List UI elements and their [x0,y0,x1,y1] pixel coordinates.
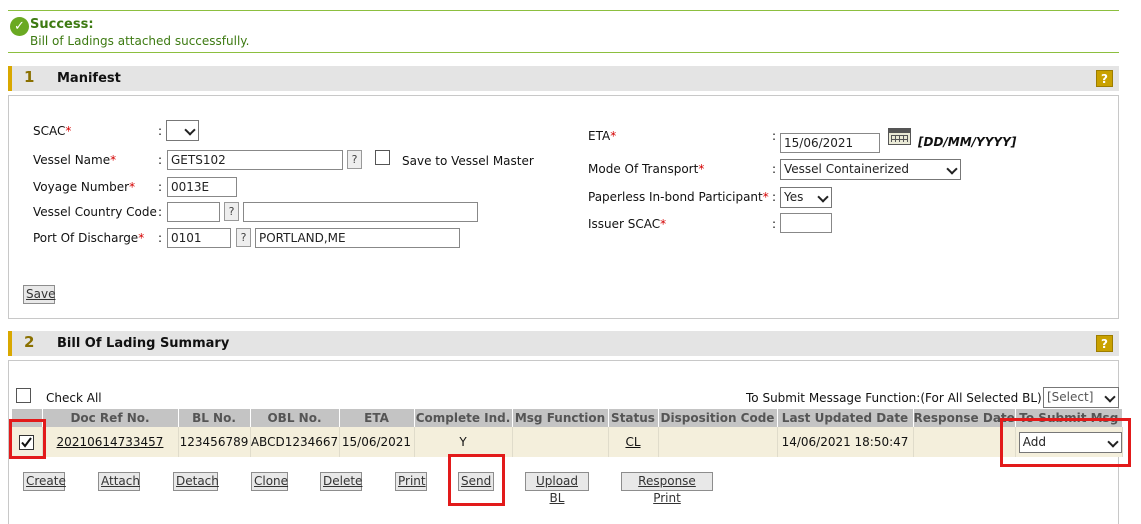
colon: : [158,231,163,245]
chevron-down-icon [184,124,196,136]
port-lookup-button[interactable]: ? [236,228,251,247]
delete-button[interactable]: Delete [320,472,362,491]
eta-cell: 15/06/2021 [339,427,415,457]
obl-no-cell: ABCD1234667 [250,427,340,457]
issuer-scac-input[interactable] [780,213,832,233]
scac-select[interactable] [166,120,199,141]
vessel-name-label: Vessel Name* [33,153,117,167]
highlight-box-send [448,454,505,506]
detach-button[interactable]: Detach [173,472,219,491]
clone-button[interactable]: Clone [251,472,288,491]
help-icon[interactable]: ? [1096,70,1113,87]
checkmark-icon: ✓ [10,17,29,36]
table-header-row: Doc Ref No. BL No. OBL No. ETA Complete … [12,409,1123,427]
manifest-section-header: 1 Manifest ? [8,66,1119,91]
country-lookup-button[interactable]: ? [224,202,239,221]
port-code-input[interactable]: 0101 [167,228,231,248]
section-title: Bill Of Lading Summary [57,336,230,351]
success-title: Success: [30,17,94,32]
response-print-button[interactable]: Response Print [621,472,713,505]
attach-button[interactable]: Attach [98,472,140,491]
bl-no-cell: 123456789 [178,427,251,457]
country-name-input[interactable] [243,202,478,222]
colon: : [772,190,777,204]
create-button[interactable]: Create [23,472,66,491]
port-of-discharge-label: Port Of Discharge* [33,231,145,245]
vessel-country-code-label: Vessel Country Code [33,205,157,219]
submit-function-select[interactable]: [Select] [1043,387,1119,408]
highlight-box-checkbox [9,419,46,459]
check-all-checkbox[interactable] [16,388,31,403]
col-msg-function: Msg Function [512,409,609,427]
colon: : [158,153,163,167]
save-to-vessel-master-checkbox[interactable] [375,150,390,165]
help-icon[interactable]: ? [1096,335,1113,352]
country-code-input[interactable] [167,202,220,222]
colon: : [158,124,163,138]
eta-format-hint: [DD/MM/YYYY] [918,135,1017,149]
save-to-vessel-master-label: Save to Vessel Master [402,154,534,168]
port-name-input[interactable]: PORTLAND,ME [255,228,460,248]
col-doc-ref: Doc Ref No. [42,409,179,427]
voyage-number-label: Voyage Number* [33,180,136,194]
chevron-down-icon [946,163,958,175]
colon: : [158,205,163,219]
success-banner: ✓ Success: Bill of Ladings attached succ… [8,10,1119,53]
table-row: 20210614733457 123456789 ABCD1234667 15/… [12,427,1123,457]
section-number: 1 [24,68,35,86]
chevron-down-icon [1104,391,1116,403]
save-button[interactable]: Save [23,285,55,304]
doc-ref-link[interactable]: 20210614733457 [42,427,179,457]
paperless-participant-label: Paperless In-bond Participant* [588,190,769,204]
print-button[interactable]: Print [395,472,427,491]
chevron-down-icon [817,191,829,203]
success-message: Bill of Ladings attached successfully. [30,34,250,48]
paperless-select[interactable]: Yes [780,187,832,208]
submit-function-label: To Submit Message Function:(For All Sele… [746,391,1042,405]
last-updated-cell: 14/06/2021 18:50:47 [777,427,914,457]
voyage-number-input[interactable]: 0013E [167,177,237,197]
colon: : [772,162,777,176]
col-last-updated: Last Updated Date [777,409,914,427]
calendar-icon[interactable] [888,128,911,145]
col-eta: ETA [339,409,415,427]
col-bl-no: BL No. [178,409,251,427]
bol-table: Doc Ref No. BL No. OBL No. ETA Complete … [12,409,1123,457]
col-status: Status [608,409,659,427]
vessel-name-input[interactable]: GETS102 [167,150,343,170]
section-number: 2 [24,333,35,351]
eta-label: ETA* [588,129,617,143]
colon: : [772,129,777,143]
section-title: Manifest [57,71,121,86]
colon: : [158,180,163,194]
col-disposition-code: Disposition Code [658,409,778,427]
disposition-cell [658,427,778,457]
upload-bl-button[interactable]: Upload BL [525,472,589,505]
col-obl-no: OBL No. [250,409,340,427]
msg-function-cell [512,427,609,457]
highlight-box-to-submit [1000,418,1131,467]
complete-ind-cell: Y [414,427,513,457]
eta-input[interactable]: 15/06/2021 [780,133,880,153]
issuer-scac-label: Issuer SCAC* [588,217,667,231]
mode-of-transport-select[interactable]: Vessel Containerized [780,159,961,180]
col-complete-ind: Complete Ind. [414,409,513,427]
check-all-label: Check All [46,391,102,405]
mode-of-transport-label: Mode Of Transport* [588,162,705,176]
bol-section-header: 2 Bill Of Lading Summary ? [8,331,1119,356]
colon: : [772,217,777,231]
status-link[interactable]: CL [608,427,659,457]
vessel-lookup-button[interactable]: ? [347,150,362,169]
scac-label: SCAC* [33,124,72,138]
